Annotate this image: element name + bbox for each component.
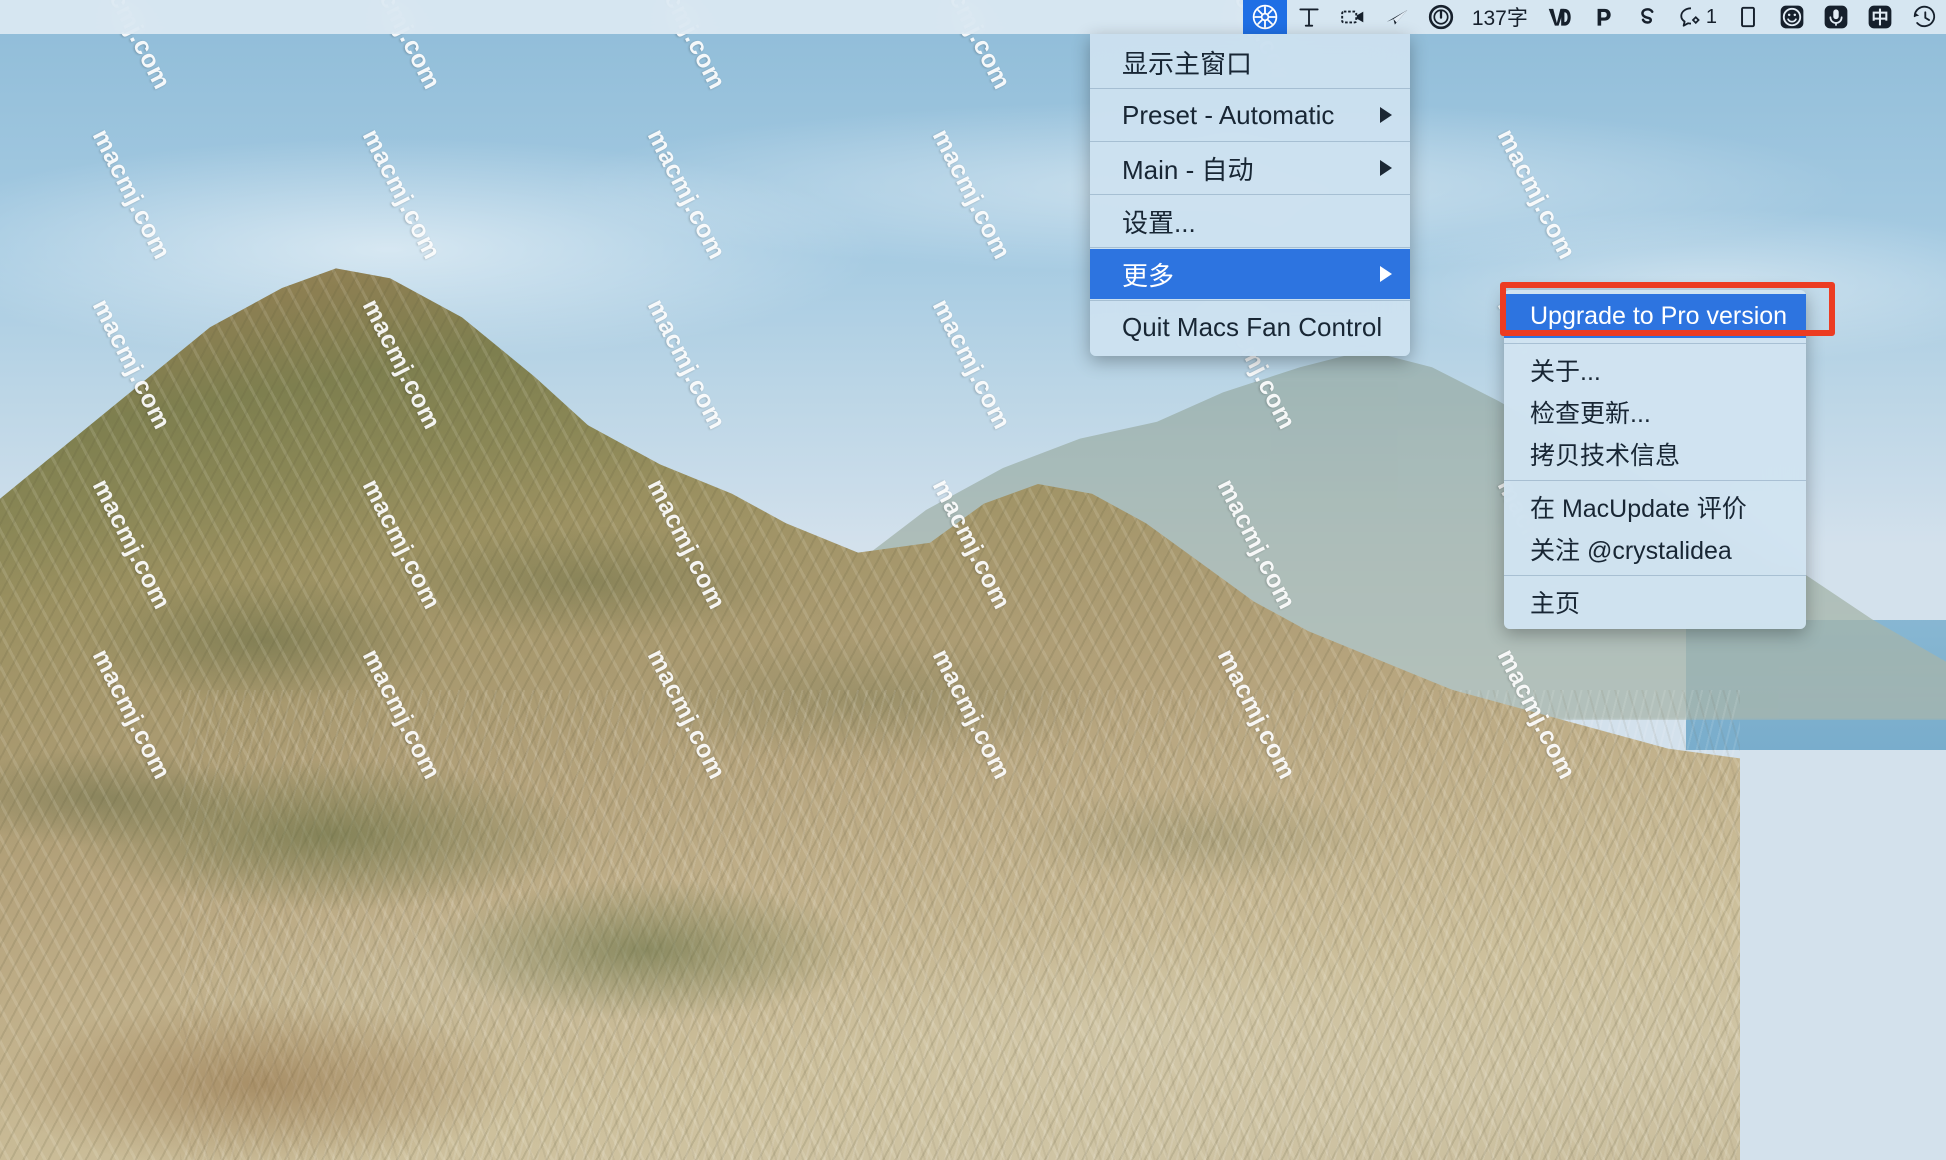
submenu-separator [1504,343,1806,344]
p-logo-icon [1590,4,1616,30]
menu-item-5[interactable]: Quit Macs Fan Control [1090,302,1410,352]
submenu-item-label: 关注 @crystalidea [1530,537,1732,565]
vegetation-patch [0,1000,520,1160]
menu-item-3[interactable]: 设置... [1090,196,1410,246]
menu-separator [1090,194,1410,195]
submenu-item-3[interactable]: 拷贝技术信息 [1504,433,1806,475]
menu-item-0[interactable]: 显示主窗口 [1090,37,1410,87]
submenu-separator [1504,480,1806,481]
submenu-item-label: 拷贝技术信息 [1530,442,1681,470]
menu-separator [1090,88,1410,89]
menubar-item-power-toggle[interactable] [1419,0,1463,34]
macs-fan-control-menu: 显示主窗口 Preset - Automatic Main - 自动 设置... 更多 Q… [1090,34,1410,356]
menu-separator [1090,300,1410,301]
clock-back-icon [1911,4,1937,30]
menubar-item-input-source[interactable]: 中 [1858,0,1902,34]
menu-separator [1090,247,1410,248]
text-t-icon [1296,4,1322,30]
power-circle-icon [1428,4,1454,30]
menu-item-label: Quit Macs Fan Control [1122,311,1383,342]
menubar-item-messages[interactable]: 1 [1669,0,1726,34]
menubar-item-emoji[interactable] [1770,0,1814,34]
fan-icon [1252,4,1278,30]
submenu-item-6[interactable]: 主页 [1504,581,1806,623]
word-count-label: 137字 [1471,7,1528,30]
microphone-icon [1823,4,1849,30]
menu-item-2[interactable]: Main - 自动 [1090,143,1410,193]
menu-separator [1090,141,1410,142]
menubar-item-macs-fan-control[interactable] [1242,0,1287,34]
menubar-item-screen-recorder[interactable] [1331,0,1375,34]
video-camera-icon [1340,4,1366,30]
submenu-item-0[interactable]: Upgrade to Pro version [1504,294,1806,338]
vegetation-patch [430,880,860,1020]
submenu-item-2[interactable]: 检查更新... [1504,391,1806,433]
vegetation-patch [70,760,590,910]
menubar-item-text-tool[interactable] [1287,0,1331,34]
menu-item-4[interactable]: 更多 [1090,249,1410,299]
menu-item-label: 显示主窗口 [1122,48,1253,79]
menu-item-label: 更多 [1122,260,1175,291]
submenu-arrow-icon [1380,107,1392,123]
macos-menubar: 137字 1 中 [0,0,1946,34]
s-logo-icon [1634,4,1660,30]
submenu-separator [1504,575,1806,576]
submenu-item-1[interactable]: 关于... [1504,349,1806,391]
menu-item-label: Main - 自动 [1122,154,1254,185]
chinese-ime-icon: 中 [1867,4,1893,30]
menubar-item-vd-app[interactable] [1537,0,1581,34]
menubar-item-microphone[interactable] [1814,0,1858,34]
menubar-item-word-count[interactable]: 137字 [1463,0,1537,34]
submenu-item-label: 关于... [1530,358,1601,386]
menubar-item-paper-plane[interactable] [1375,0,1419,34]
submenu-item-label: 在 MacUpdate 评价 [1530,495,1747,523]
menubar-status-items: 137字 1 中 [1242,0,1946,34]
menubar-item-display-toggle[interactable] [1726,0,1770,34]
more-submenu: Upgrade to Pro version 关于... 检查更新... 拷贝技术信息… [1504,290,1806,629]
submenu-item-5[interactable]: 关注 @crystalidea [1504,528,1806,570]
svg-text:中: 中 [1871,8,1888,28]
menu-item-label: Preset - Automatic [1122,99,1335,130]
submenu-arrow-icon [1380,160,1392,176]
submenu-item-label: 检查更新... [1530,400,1651,428]
menubar-item-time-machine[interactable] [1902,0,1946,34]
vd-logo-icon [1546,4,1572,30]
menubar-item-p-app[interactable] [1581,0,1625,34]
submenu-item-label: 主页 [1530,590,1581,618]
paper-plane-icon [1384,4,1410,30]
rectangle-icon [1735,4,1761,30]
submenu-arrow-icon [1380,266,1392,282]
submenu-item-4[interactable]: 在 MacUpdate 评价 [1504,486,1806,528]
message-badge-count: 1 [1705,5,1717,28]
menu-item-label: 设置... [1122,207,1196,238]
menu-item-1[interactable]: Preset - Automatic [1090,90,1410,140]
menubar-item-s-app[interactable] [1625,0,1669,34]
speech-bubble-icon [1678,4,1704,30]
submenu-item-label: Upgrade to Pro version [1530,301,1788,330]
smiley-face-icon [1779,4,1805,30]
